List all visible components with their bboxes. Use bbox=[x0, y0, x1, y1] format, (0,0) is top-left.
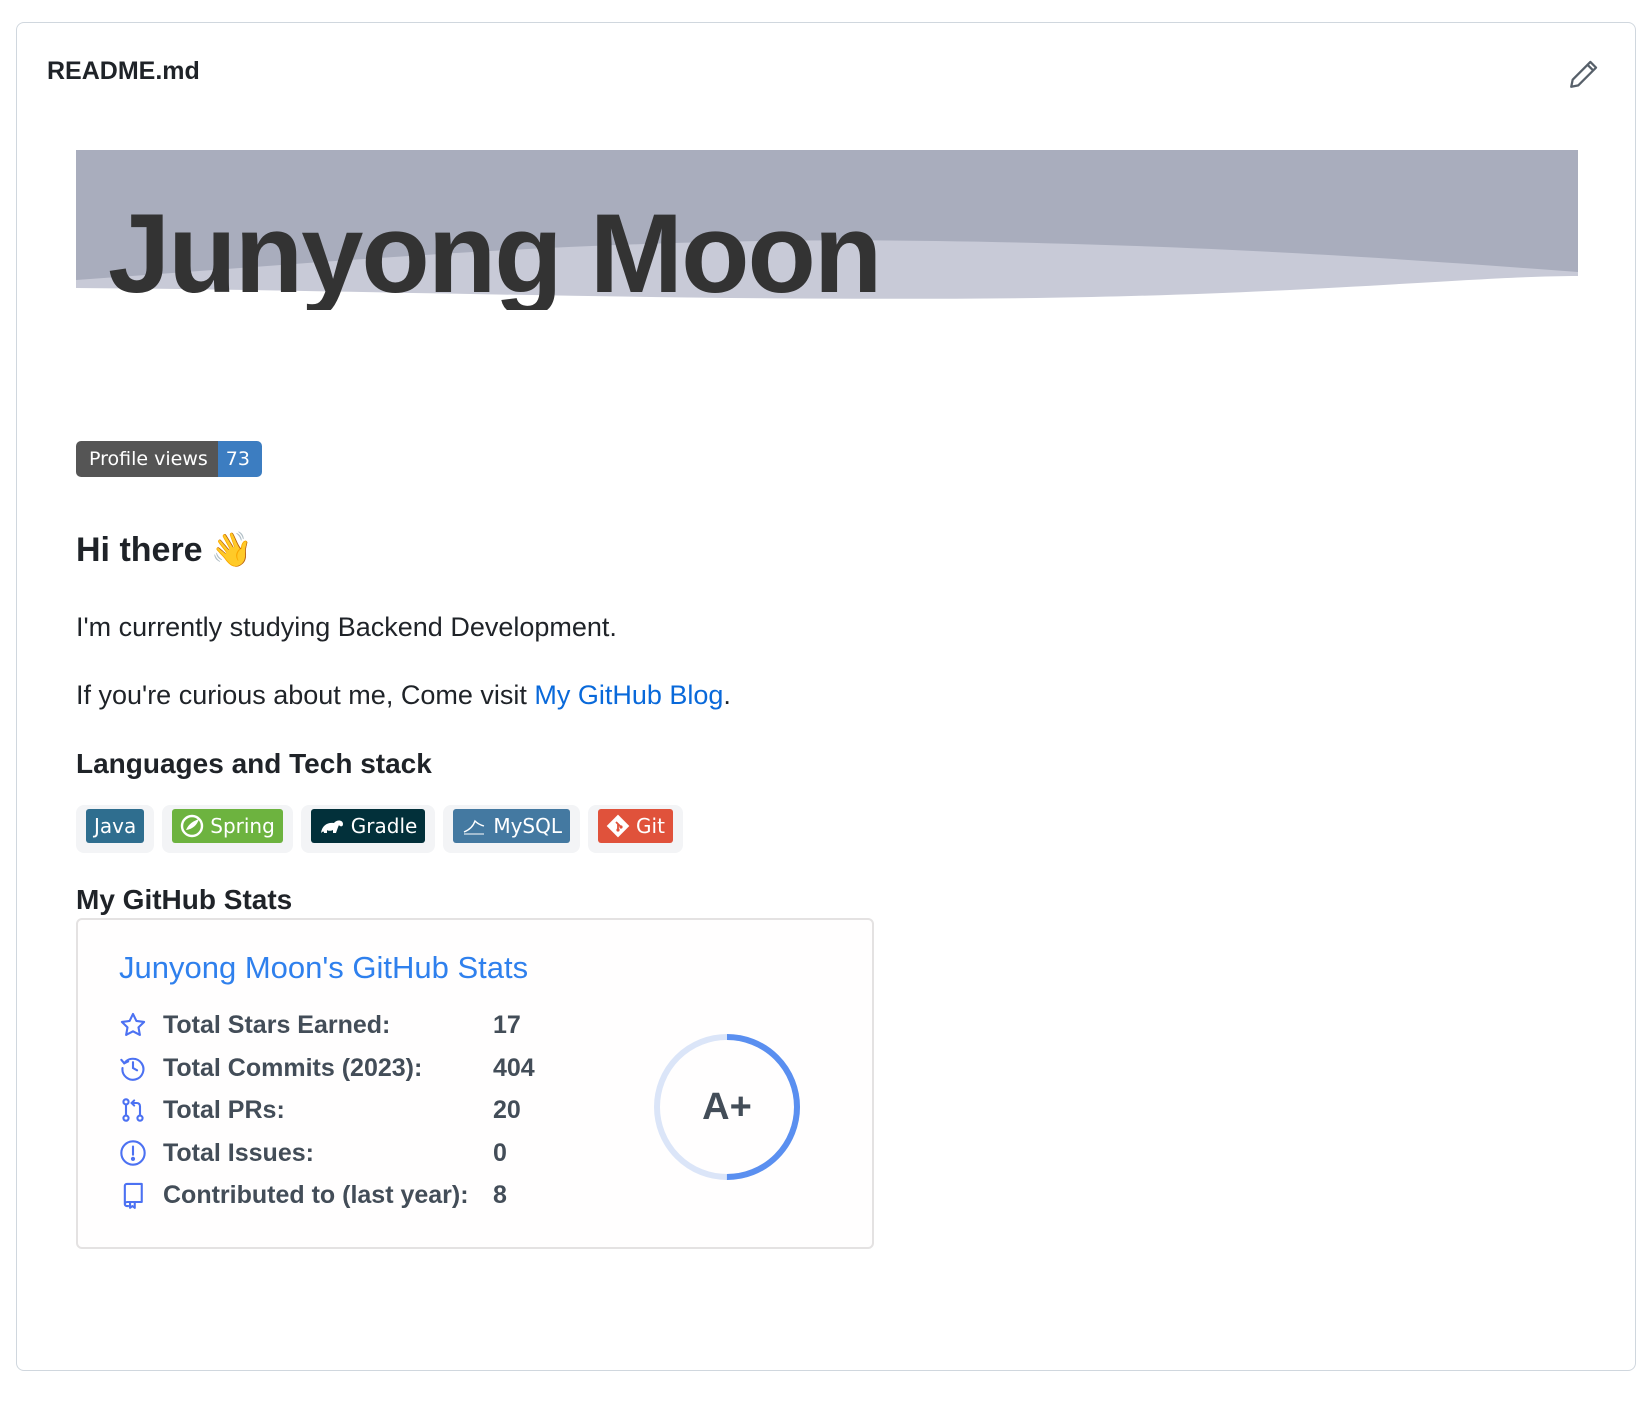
github-stats-card[interactable]: Junyong Moon's GitHub Stats Total Stars … bbox=[76, 918, 874, 1249]
gradle-icon bbox=[320, 820, 343, 833]
badge-gradle-wrap: Gradle bbox=[300, 805, 436, 853]
pull-request-icon bbox=[122, 1098, 144, 1122]
stat-label: Total Commits (2023): bbox=[163, 1053, 423, 1082]
badge-gradle-label: Gradle bbox=[350, 814, 418, 838]
badge-git-wrap: Git bbox=[588, 805, 683, 853]
stat-value: 404 bbox=[493, 1053, 535, 1082]
badge-git[interactable]: Git bbox=[598, 809, 673, 843]
intro-line-2-suffix: . bbox=[723, 680, 731, 710]
rank-grade: A+ bbox=[702, 1086, 752, 1128]
stat-row-prs: Total PRs: 20 bbox=[119, 1093, 521, 1127]
edit-button[interactable] bbox=[1567, 57, 1601, 91]
badge-java-wrap: Java bbox=[76, 805, 155, 853]
stat-label: Contributed to (last year): bbox=[163, 1180, 469, 1209]
rank-circle: A+ bbox=[654, 1034, 800, 1180]
stat-value: 8 bbox=[493, 1180, 507, 1209]
stat-value: 20 bbox=[493, 1095, 521, 1124]
readme-content: Junyong Moon Profile views 73 Hi there 👋… bbox=[76, 150, 1578, 1249]
mysql-icon bbox=[464, 819, 485, 835]
stat-row-issues: Total Issues: 0 bbox=[119, 1136, 507, 1170]
stat-row-contributed: Contributed to (last year): 8 bbox=[119, 1178, 507, 1212]
stat-label: Total PRs: bbox=[163, 1095, 285, 1124]
intro-line-1: I'm currently studying Backend Developme… bbox=[76, 612, 617, 642]
stat-value: 17 bbox=[493, 1010, 521, 1039]
badge-gradle[interactable]: Gradle bbox=[310, 809, 426, 843]
profile-views-count: 73 bbox=[217, 441, 262, 477]
github-stats-heading: My GitHub Stats bbox=[76, 884, 293, 915]
badge-spring-label: Spring bbox=[210, 814, 275, 838]
readme-card: README.md Junyong Moon Profile views 73 … bbox=[16, 22, 1636, 1371]
greeting-heading: Hi there 👋 bbox=[76, 530, 253, 570]
stat-label: Total Issues: bbox=[163, 1138, 314, 1167]
repo-icon bbox=[123, 1182, 143, 1209]
issue-icon bbox=[120, 1140, 146, 1166]
intro-line-2: If you're curious about me, Come visit M… bbox=[76, 680, 731, 711]
header-banner: Junyong Moon bbox=[76, 150, 1578, 310]
stats-card-title: Junyong Moon's GitHub Stats bbox=[119, 950, 529, 985]
badge-git-label: Git bbox=[636, 814, 665, 838]
badge-spring-wrap: Spring bbox=[162, 805, 293, 853]
stat-label: Total Stars Earned: bbox=[163, 1010, 391, 1039]
tech-badges: Java Spring Gradle MySQL Git bbox=[76, 805, 683, 853]
spring-icon bbox=[181, 814, 204, 838]
greeting-text: Hi there bbox=[76, 530, 203, 569]
intro-line-2-prefix: If you're curious about me, Come visit bbox=[76, 680, 535, 710]
readme-filename: README.md bbox=[47, 57, 200, 85]
star-icon bbox=[120, 1012, 146, 1036]
banner-name: Junyong Moon bbox=[108, 191, 882, 310]
blog-link[interactable]: My GitHub Blog bbox=[534, 680, 723, 710]
profile-views-badge: Profile views 73 bbox=[76, 441, 262, 477]
badge-java-label: Java bbox=[94, 814, 137, 838]
git-icon bbox=[606, 814, 630, 838]
badge-spring[interactable]: Spring bbox=[172, 809, 283, 843]
badge-java[interactable]: Java bbox=[86, 809, 145, 843]
profile-views-label: Profile views bbox=[76, 441, 218, 477]
stat-row-commits: Total Commits (2023): 404 bbox=[119, 1051, 535, 1085]
pencil-icon bbox=[1570, 60, 1598, 88]
stat-value: 0 bbox=[493, 1138, 507, 1167]
history-icon bbox=[120, 1057, 145, 1081]
tech-stack-heading: Languages and Tech stack bbox=[76, 748, 432, 779]
badge-mysql-label: MySQL bbox=[493, 814, 563, 838]
stat-row-stars: Total Stars Earned: 17 bbox=[119, 1008, 521, 1042]
badge-mysql[interactable]: MySQL bbox=[453, 809, 571, 843]
badge-mysql-wrap: MySQL bbox=[443, 805, 581, 853]
waving-hand-icon: 👋 bbox=[210, 531, 253, 569]
